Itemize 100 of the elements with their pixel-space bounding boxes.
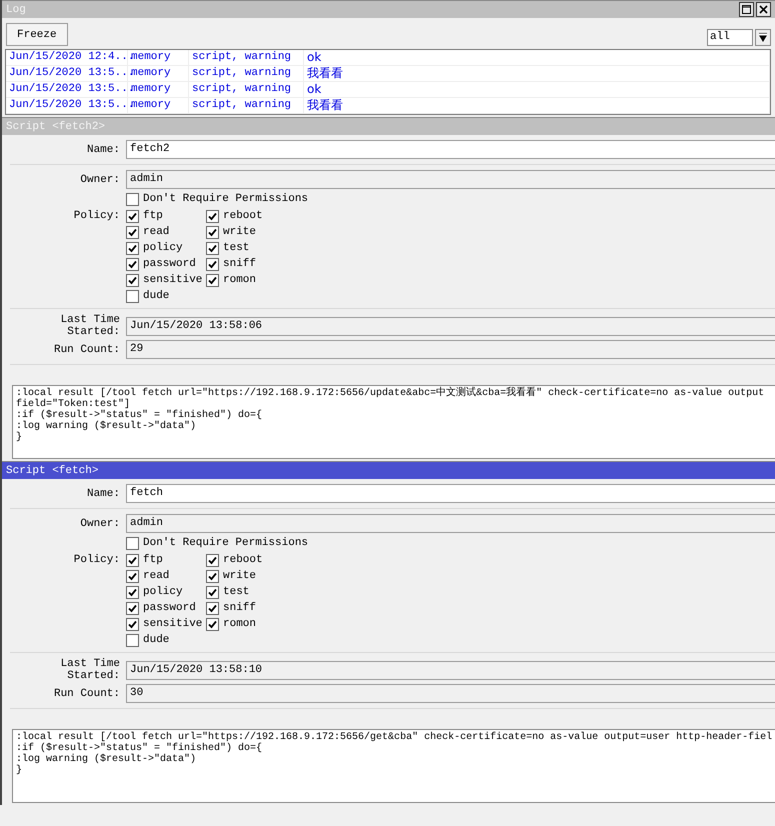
table-cell: script, warning <box>189 98 304 113</box>
checkbox-box[interactable] <box>206 586 219 598</box>
field-label: Run Count: <box>52 688 120 700</box>
checkbox-box[interactable] <box>126 290 139 302</box>
checkbox[interactable]: sensitive <box>126 616 206 632</box>
field-label: Last Time Started: <box>60 658 120 682</box>
run-count-field[interactable]: 30 <box>126 684 775 703</box>
checkbox[interactable]: sniff <box>206 256 286 272</box>
last-started-field[interactable]: Jun/15/2020 13:58:06 <box>126 316 775 336</box>
checkbox[interactable]: sniff <box>206 600 286 616</box>
window-title: Script <fetch> <box>6 464 98 476</box>
field-label: Policy: <box>72 209 120 224</box>
name-field[interactable]: fetch <box>126 484 775 503</box>
table-cell: script, warning <box>189 66 304 81</box>
maximize-icon <box>742 5 751 14</box>
field-label: Owner: <box>79 174 120 186</box>
checkbox[interactable]: ftp <box>126 208 206 224</box>
checkbox-box[interactable] <box>206 602 219 614</box>
code-line: :if ($result->"status" = "finished") do={ <box>16 410 264 421</box>
code-line: :log warning ($result->"data") <box>16 421 198 432</box>
checkbox-label: write <box>223 570 256 582</box>
filter-field[interactable]: all <box>707 29 753 46</box>
table-cell: script, warning <box>189 82 304 97</box>
checkbox[interactable]: ftp <box>126 552 206 568</box>
code-line: :if ($result->"status" = "finished") do={ <box>16 743 264 754</box>
checkbox-box[interactable] <box>126 554 139 566</box>
table-cell: script, warning <box>189 50 304 65</box>
checkbox[interactable]: test <box>206 240 286 256</box>
checkbox-box[interactable] <box>126 242 139 254</box>
checkbox-label: sniff <box>223 602 256 614</box>
checkbox-box[interactable] <box>206 554 219 566</box>
checkbox-box[interactable] <box>206 274 219 286</box>
checkbox-box[interactable] <box>126 210 139 222</box>
checkbox-label: Don't Require Permissions <box>143 193 308 205</box>
close-button[interactable] <box>756 2 771 17</box>
checkbox-box[interactable] <box>206 258 219 270</box>
code-line: field="Token:test"] <box>16 399 130 410</box>
checkbox-box[interactable] <box>206 210 219 222</box>
code-line: :local result [/tool fetch url="https://192.168.9.172:5656/get&cba" check-certificate=no as-value output=user http-header-fiel <box>16 732 772 743</box>
checkbox-box[interactable] <box>126 602 139 614</box>
checkbox-label: sensitive <box>143 274 202 286</box>
checkbox[interactable]: read <box>126 224 206 240</box>
source-editor[interactable] <box>12 729 775 803</box>
checkbox-box[interactable] <box>126 536 139 550</box>
code-line: :local result [/tool fetch url="https://192.168.9.172:5656/update&abc=中文测试&cba=我看看" check-certificate=no as-value output <box>16 388 766 399</box>
checkbox[interactable]: Don't Require Permissions <box>126 191 775 207</box>
checkbox-box[interactable] <box>126 258 139 270</box>
checkbox-box[interactable] <box>126 586 139 598</box>
checkbox-box[interactable] <box>206 570 219 582</box>
checkbox-box[interactable] <box>206 242 219 254</box>
checkbox-label: ftp <box>143 554 163 566</box>
checkbox-label: policy <box>143 242 183 254</box>
checkbox-box[interactable] <box>206 618 219 630</box>
checkbox[interactable]: dude <box>126 288 206 304</box>
checkbox[interactable]: policy <box>126 584 206 600</box>
field-label: Owner: <box>79 518 120 530</box>
checkbox-box[interactable] <box>126 192 139 206</box>
close-icon <box>759 5 768 14</box>
maximize-button[interactable] <box>739 2 754 17</box>
checkbox[interactable]: Don't Require Permissions <box>126 535 775 551</box>
checkbox-label: reboot <box>223 210 263 222</box>
checkbox[interactable]: policy <box>126 240 206 256</box>
checkbox-box[interactable] <box>126 634 139 646</box>
checkbox-label: read <box>143 226 170 238</box>
checkbox[interactable]: test <box>206 584 286 600</box>
checkbox-box[interactable] <box>126 226 139 238</box>
checkbox-box[interactable] <box>126 618 139 630</box>
checkbox[interactable]: password <box>126 256 206 272</box>
checkbox-box[interactable] <box>126 274 139 286</box>
field-label: Run Count: <box>52 344 120 356</box>
checkbox[interactable]: password <box>126 600 206 616</box>
code-line: } <box>16 432 24 443</box>
checkbox-label: write <box>223 226 256 238</box>
owner-field[interactable]: admin <box>126 514 775 533</box>
checkbox[interactable]: sensitive <box>126 272 206 288</box>
freeze-button[interactable]: Freeze <box>6 23 68 46</box>
checkbox-label: test <box>223 242 250 254</box>
checkbox[interactable]: reboot <box>206 552 286 568</box>
checkbox[interactable]: romon <box>206 272 286 288</box>
run-count-field[interactable]: 29 <box>126 340 775 359</box>
dropdown-button[interactable] <box>755 29 771 46</box>
code-line: :log warning ($result->"data") <box>16 754 198 765</box>
checkbox-label: reboot <box>223 554 263 566</box>
checkbox[interactable]: write <box>206 224 286 240</box>
name-field[interactable]: fetch2 <box>126 140 775 159</box>
checkbox-label: ftp <box>143 210 163 222</box>
checkbox[interactable]: read <box>126 568 206 584</box>
checkbox[interactable]: romon <box>206 616 286 632</box>
checkbox-box[interactable] <box>206 226 219 238</box>
checkbox-label: dude <box>143 290 170 302</box>
checkbox[interactable]: dude <box>126 632 206 648</box>
checkbox-label: sensitive <box>143 618 202 630</box>
checkbox-box[interactable] <box>126 570 139 582</box>
checkbox-label: romon <box>223 618 256 630</box>
checkbox-label: policy <box>143 586 183 598</box>
checkbox[interactable]: write <box>206 568 286 584</box>
source-editor[interactable] <box>12 385 775 459</box>
owner-field[interactable]: admin <box>126 170 775 189</box>
checkbox[interactable]: reboot <box>206 208 286 224</box>
last-started-field[interactable]: Jun/15/2020 13:58:10 <box>126 660 775 680</box>
